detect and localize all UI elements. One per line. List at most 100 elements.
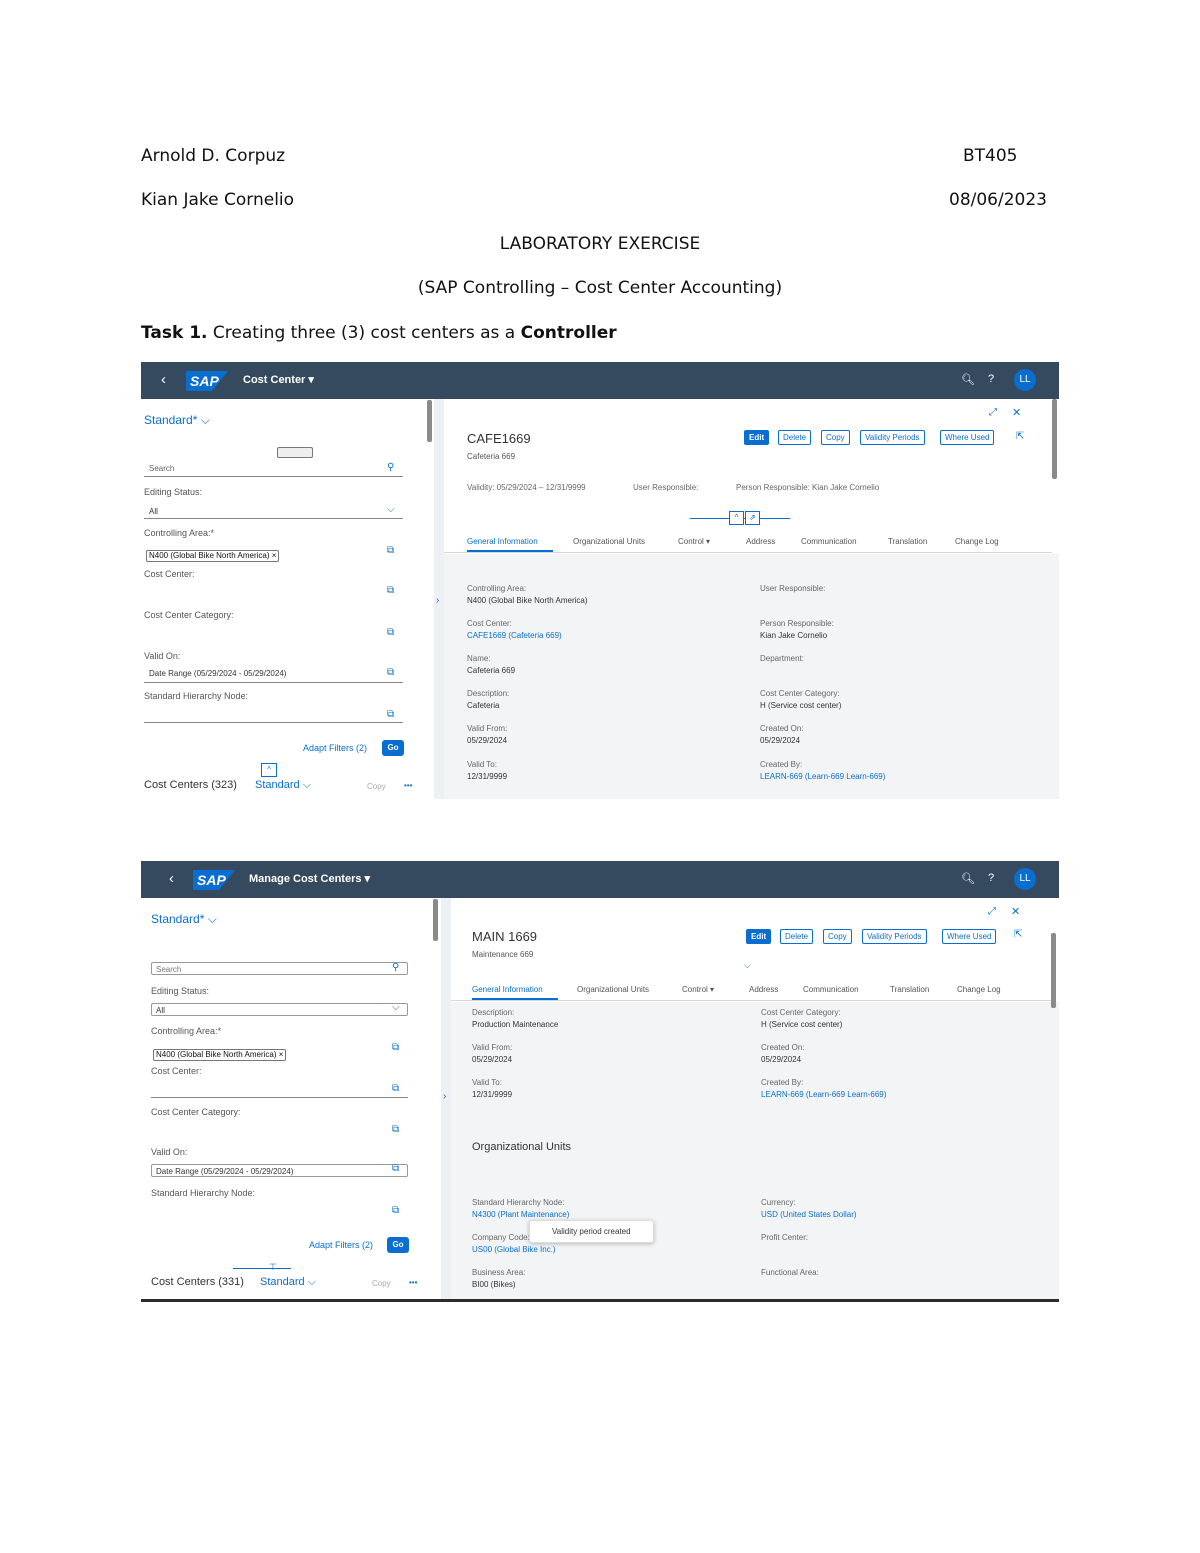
search-input[interactable]: Search bbox=[149, 464, 174, 473]
tab-address[interactable]: Address bbox=[749, 985, 778, 994]
share-icon[interactable]: ⇱ bbox=[1014, 929, 1022, 940]
validity-periods-button[interactable]: Validity Periods bbox=[860, 430, 925, 445]
where-used-button[interactable]: Where Used bbox=[940, 430, 995, 445]
right-scrollbar[interactable] bbox=[1051, 933, 1056, 1008]
field-value-link[interactable]: LEARN-669 (Learn-669 Learn-669) bbox=[761, 1090, 886, 1099]
search-icon[interactable]: 🔍︎ bbox=[961, 373, 975, 386]
left-scrollbar[interactable] bbox=[433, 899, 438, 941]
copy-button[interactable]: Copy bbox=[823, 929, 852, 944]
field-value-link[interactable]: US00 (Global Bike Inc.) bbox=[472, 1245, 556, 1254]
app-title[interactable]: Cost Center ▾ bbox=[243, 373, 314, 386]
controlling-area-field[interactable]: N400 (Global Bike North America) × bbox=[146, 545, 280, 563]
controlling-area-field[interactable]: N400 (Global Bike North America) × bbox=[153, 1044, 287, 1062]
value-help-icon[interactable]: ⧉ bbox=[392, 1124, 399, 1135]
expand-icon[interactable]: ^ bbox=[261, 763, 277, 777]
avatar[interactable]: LL bbox=[1014, 369, 1036, 391]
help-icon[interactable]: ? bbox=[988, 872, 994, 884]
collapse-header-icon[interactable]: ^ bbox=[729, 511, 744, 525]
app-title[interactable]: Manage Cost Centers ▾ bbox=[249, 872, 370, 885]
field-label: Currency: bbox=[761, 1198, 796, 1207]
value-help-icon[interactable]: ⧉ bbox=[387, 627, 394, 638]
valid-on-input[interactable]: Date Range (05/29/2024 - 05/29/2024) bbox=[151, 1164, 408, 1177]
tab-organizational-units[interactable]: Organizational Units bbox=[577, 985, 649, 994]
delete-button[interactable]: Delete bbox=[778, 430, 812, 445]
search-input[interactable]: Search bbox=[151, 962, 408, 975]
back-icon[interactable]: ‹ bbox=[161, 371, 166, 388]
search-icon[interactable]: 🔍︎ bbox=[961, 872, 975, 885]
left-scrollbar[interactable] bbox=[427, 400, 432, 442]
validity-periods-button[interactable]: Validity Periods bbox=[862, 929, 927, 944]
copy-button[interactable]: Copy bbox=[367, 782, 386, 791]
value-help-icon[interactable]: ⧉ bbox=[387, 585, 394, 596]
chevron-right-icon[interactable]: › bbox=[443, 1091, 446, 1102]
list-variant[interactable]: Standard ⌵ bbox=[255, 779, 311, 792]
avatar[interactable]: LL bbox=[1014, 868, 1036, 890]
value-help-icon[interactable]: ⧉ bbox=[392, 1205, 399, 1216]
tab-communication[interactable]: Communication bbox=[801, 537, 857, 546]
search-icon[interactable]: ⚲ bbox=[387, 462, 394, 473]
help-icon[interactable]: ? bbox=[988, 373, 994, 385]
more-icon[interactable]: ••• bbox=[409, 1278, 417, 1287]
tab-organizational-units[interactable]: Organizational Units bbox=[573, 537, 645, 546]
copy-button[interactable]: Copy bbox=[372, 1279, 391, 1288]
more-icon[interactable]: ••• bbox=[404, 781, 412, 790]
value-help-icon[interactable]: ⧉ bbox=[392, 1083, 399, 1094]
value-help-icon[interactable]: ⧉ bbox=[392, 1042, 399, 1053]
field-value-link[interactable]: USD (United States Dollar) bbox=[761, 1210, 857, 1219]
right-scrollbar[interactable] bbox=[1052, 399, 1057, 479]
controlling-area-token[interactable]: N400 (Global Bike North America) × bbox=[153, 1049, 287, 1061]
calendar-icon[interactable]: ⧉ bbox=[387, 667, 394, 678]
tab-change-log[interactable]: Change Log bbox=[957, 985, 1001, 994]
pane-divider[interactable]: › bbox=[434, 399, 444, 799]
back-icon[interactable]: ‹ bbox=[169, 870, 174, 887]
sap-logo[interactable]: SAP bbox=[186, 371, 228, 391]
tab-change-log[interactable]: Change Log bbox=[955, 537, 999, 546]
close-icon[interactable]: ✕ bbox=[1012, 406, 1021, 419]
where-used-button[interactable]: Where Used bbox=[942, 929, 997, 944]
copy-button[interactable]: Copy bbox=[821, 430, 850, 445]
fullscreen-icon[interactable]: ⤢ bbox=[988, 906, 996, 917]
go-button[interactable]: Go bbox=[382, 740, 404, 756]
edit-button[interactable]: Edit bbox=[744, 430, 770, 445]
pin-header-icon[interactable]: ⇗ bbox=[745, 511, 760, 525]
adapt-filters-link[interactable]: Adapt Filters (2) bbox=[309, 1240, 373, 1250]
fullscreen-icon[interactable]: ⤢ bbox=[989, 407, 997, 418]
tab-communication[interactable]: Communication bbox=[803, 985, 859, 994]
chevron-down-icon[interactable]: ⌵ bbox=[387, 504, 395, 515]
pane-divider[interactable]: › bbox=[441, 898, 451, 1299]
expand-icon[interactable]: ⊤ bbox=[269, 1262, 277, 1273]
tab-control[interactable]: Control ▾ bbox=[678, 537, 710, 546]
variant-selector[interactable]: Standard* ⌵ bbox=[144, 413, 210, 428]
tab-general-information[interactable]: General Information bbox=[467, 537, 538, 546]
calendar-icon[interactable]: ⧉ bbox=[392, 1163, 399, 1174]
go-button[interactable]: Go bbox=[387, 1237, 409, 1253]
chevron-right-icon[interactable]: › bbox=[436, 595, 439, 606]
hierarchy-node-label: Standard Hierarchy Node: bbox=[151, 1188, 256, 1198]
list-variant[interactable]: Standard ⌵ bbox=[260, 1276, 316, 1289]
field-value-link[interactable]: LEARN-669 (Learn-669 Learn-669) bbox=[760, 772, 885, 781]
sap-logo[interactable]: SAP bbox=[193, 870, 235, 890]
tab-address[interactable]: Address bbox=[746, 537, 775, 546]
expand-header-icon[interactable]: ⌵ bbox=[744, 960, 751, 971]
valid-on-input[interactable]: Date Range (05/29/2024 - 05/29/2024) bbox=[149, 669, 286, 678]
share-icon[interactable]: ⇱ bbox=[1016, 431, 1024, 442]
tab-translation[interactable]: Translation bbox=[888, 537, 927, 546]
tab-general-information[interactable]: General Information bbox=[472, 985, 543, 994]
field-value-link[interactable]: N4300 (Plant Maintenance) bbox=[472, 1210, 569, 1219]
search-icon[interactable]: ⚲ bbox=[392, 962, 399, 973]
tab-translation[interactable]: Translation bbox=[890, 985, 929, 994]
delete-button[interactable]: Delete bbox=[780, 929, 814, 944]
chevron-down-icon[interactable]: ⌵ bbox=[392, 1002, 400, 1013]
tab-control[interactable]: Control ▾ bbox=[682, 985, 714, 994]
collapse-header-button[interactable] bbox=[277, 447, 313, 458]
value-help-icon[interactable]: ⧉ bbox=[387, 545, 394, 556]
field-value-link[interactable]: CAFE1669 (Cafeteria 669) bbox=[467, 631, 562, 640]
variant-selector[interactable]: Standard* ⌵ bbox=[151, 912, 217, 927]
value-help-icon[interactable]: ⧉ bbox=[387, 709, 394, 720]
edit-button[interactable]: Edit bbox=[746, 929, 772, 944]
adapt-filters-link[interactable]: Adapt Filters (2) bbox=[303, 743, 367, 753]
close-icon[interactable]: ✕ bbox=[1011, 905, 1020, 918]
editing-status-select[interactable]: All bbox=[149, 507, 158, 516]
editing-status-select[interactable]: All bbox=[151, 1003, 408, 1016]
controlling-area-token[interactable]: N400 (Global Bike North America) × bbox=[146, 550, 280, 562]
